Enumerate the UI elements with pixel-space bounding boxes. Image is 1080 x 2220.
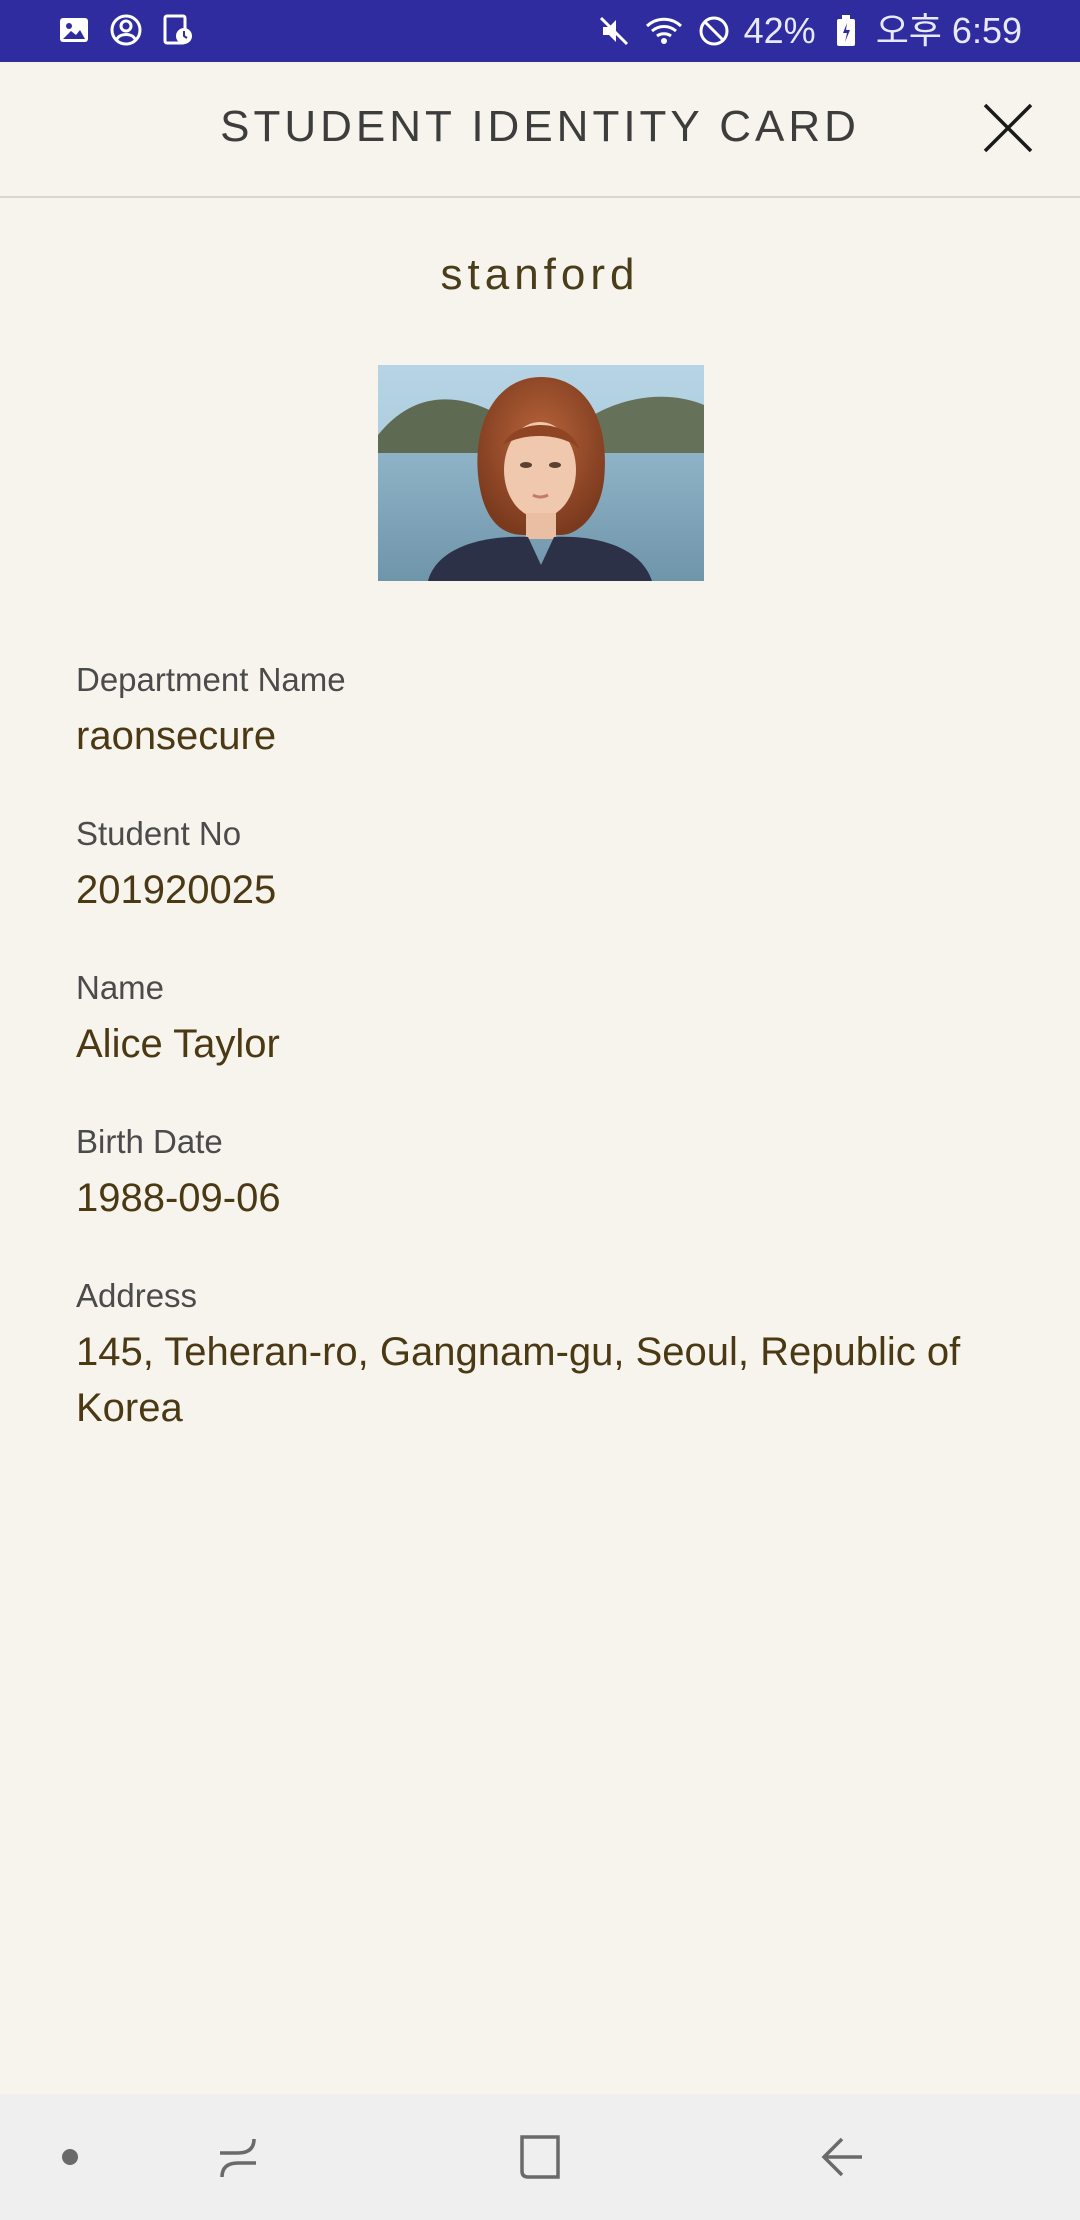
student-photo xyxy=(378,365,704,581)
battery-icon xyxy=(826,11,866,51)
field-birth-date: Birth Date 1988-09-06 xyxy=(76,1120,1016,1226)
status-bar: 42% 오후 6:59 xyxy=(0,0,1080,62)
field-value: 1988-09-06 xyxy=(76,1176,281,1220)
account-circle-icon xyxy=(108,12,144,48)
gallery-icon xyxy=(56,12,92,48)
field-label: Address xyxy=(76,1277,198,1314)
clock: 오후 6:59 xyxy=(875,10,1022,51)
field-value: Alice Taylor xyxy=(76,1022,280,1066)
dot-icon xyxy=(62,2149,78,2165)
home-icon xyxy=(520,2135,560,2179)
field-value: raonsecure xyxy=(76,714,277,758)
wifi-icon xyxy=(644,11,684,51)
back-button[interactable] xyxy=(802,2094,882,2220)
close-button[interactable] xyxy=(978,98,1038,158)
page-title: STUDENT IDENTITY CARD xyxy=(220,102,860,151)
field-address: Address 145, Teheran-ro, Gangnam-gu, Seo… xyxy=(76,1274,1016,1436)
mute-icon xyxy=(594,11,634,51)
app-header: STUDENT IDENTITY CARD xyxy=(0,62,1080,198)
field-label: Name xyxy=(76,969,165,1006)
field-name: Name Alice Taylor xyxy=(76,966,1016,1072)
field-label: Birth Date xyxy=(76,1123,223,1160)
do-not-disturb-icon xyxy=(694,11,734,51)
status-right: 42% 오후 6:59 xyxy=(594,8,1022,54)
nav-dot-button[interactable] xyxy=(40,2094,100,2220)
field-label: Department Name xyxy=(76,661,346,698)
battery-percent: 42% xyxy=(743,10,816,51)
navigation-bar xyxy=(0,2094,1080,2220)
home-button[interactable] xyxy=(500,2094,580,2220)
school-name: stanford xyxy=(440,250,640,299)
recent-apps-button[interactable] xyxy=(198,2094,278,2220)
back-icon xyxy=(821,2137,862,2177)
screen-record-icon xyxy=(160,12,196,48)
status-left-icons xyxy=(56,12,196,48)
field-department: Department Name raonsecure xyxy=(76,658,1016,764)
field-label: Student No xyxy=(76,815,242,852)
field-value: 201920025 xyxy=(76,868,277,912)
field-value: 145, Teheran-ro, Gangnam-gu, Seoul, Repu… xyxy=(76,1330,961,1430)
recent-apps-icon xyxy=(220,2138,256,2178)
student-info: Department Name raonsecure Student No 20… xyxy=(76,658,1016,1484)
close-icon xyxy=(983,103,1033,153)
field-student-no: Student No 201920025 xyxy=(76,812,1016,918)
